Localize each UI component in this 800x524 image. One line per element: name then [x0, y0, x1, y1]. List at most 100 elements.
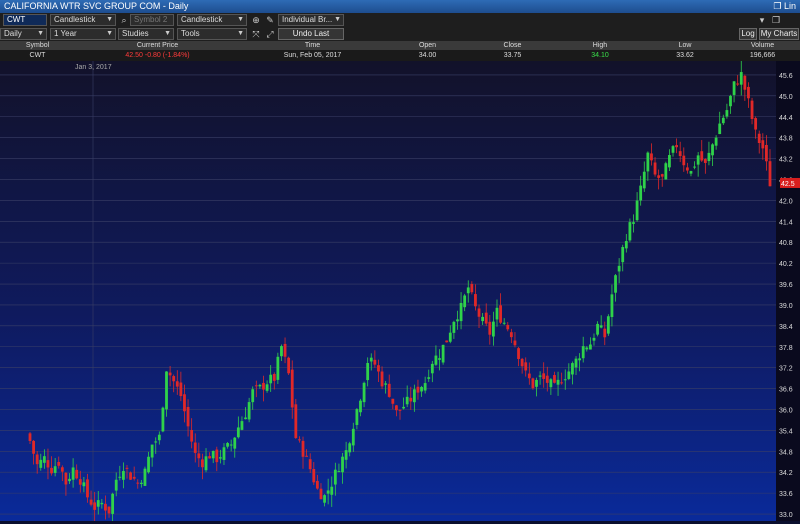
- candle-body: [739, 72, 743, 85]
- quote-time: Sun, Feb 05, 2017: [283, 52, 342, 59]
- y-tick-label: 43.2: [779, 157, 793, 164]
- price-tag-value: 42.5: [781, 181, 795, 188]
- y-tick-label: 41.4: [779, 219, 793, 226]
- candle-body: [563, 379, 567, 381]
- candle-body: [466, 287, 470, 294]
- candle-body: [294, 404, 298, 438]
- chart-type-select[interactable]: Candlestick ▼: [50, 14, 116, 26]
- candle-body: [750, 100, 754, 120]
- range-select[interactable]: 1 Year ▼: [50, 28, 116, 40]
- studies-select[interactable]: Studies ▼: [118, 28, 174, 40]
- individual-select[interactable]: Individual Br... ▼: [278, 14, 344, 26]
- y-tick-label: 38.4: [779, 324, 793, 331]
- candle-body: [359, 400, 362, 413]
- candle-body: [765, 145, 768, 162]
- y-tick-label: 37.2: [779, 366, 793, 373]
- candle-body: [86, 479, 89, 498]
- candle-body: [556, 379, 560, 385]
- candle-body: [100, 502, 104, 505]
- candle-body: [689, 171, 693, 174]
- chart-type-2-select[interactable]: Candlestick ▼: [177, 14, 247, 26]
- y-tick-label: 34.2: [779, 470, 793, 477]
- my-charts-button[interactable]: My Charts: [759, 28, 799, 40]
- candle-body: [28, 433, 32, 441]
- candle-body: [517, 348, 520, 359]
- chevron-down-icon: ▼: [37, 30, 44, 37]
- candle-body: [305, 455, 309, 457]
- candle-body: [319, 488, 323, 500]
- candle-body: [614, 275, 617, 293]
- window-controls[interactable]: ❐ Lin: [773, 0, 796, 13]
- candle-body: [488, 321, 492, 335]
- candle-body: [308, 459, 312, 470]
- candle-body: [675, 145, 679, 148]
- candle-body: [592, 337, 596, 341]
- price-chart[interactable]: 33.0 33.6 34.2 34.8 35.4 36.0 36.6 37.2 37.8 38.4…: [0, 60, 800, 524]
- y-tick-label: 35.4: [779, 428, 793, 435]
- search-icon[interactable]: ⌕: [118, 14, 130, 26]
- last-price-tag: 42.5: [780, 177, 800, 188]
- candle-body: [610, 294, 614, 318]
- y-tick-label: 40.8: [779, 240, 793, 247]
- quote-symbol: CWT: [29, 52, 46, 59]
- candle-body: [118, 476, 122, 478]
- candle-body: [574, 358, 578, 368]
- candle-body: [416, 386, 420, 393]
- candle-body: [459, 302, 463, 322]
- draw-tool-icon[interactable]: ✎: [264, 14, 276, 26]
- candle-body: [588, 344, 592, 350]
- quote-row[interactable]: CWT 42.50 -0.80 (-1.84%) Sun, Feb 05, 20…: [0, 50, 800, 61]
- candle-body: [229, 444, 233, 446]
- candle-body: [348, 443, 352, 453]
- fit-icon[interactable]: ⤢: [264, 28, 276, 40]
- candle-body: [718, 123, 722, 135]
- candle-body: [104, 503, 107, 511]
- candle-body: [39, 459, 43, 468]
- y-tick-label: 37.8: [779, 345, 793, 352]
- candle-body: [204, 456, 208, 471]
- crosshair-icon[interactable]: ⤧: [250, 28, 262, 40]
- log-button[interactable]: Log: [739, 28, 757, 40]
- candle-body: [53, 466, 57, 473]
- start-date-label: Jan 3, 2017: [75, 64, 112, 71]
- candle-body: [757, 133, 761, 144]
- symbol-input[interactable]: CWT: [3, 14, 47, 26]
- candle-body: [341, 456, 344, 473]
- zoom-icon[interactable]: ⊕: [250, 14, 262, 26]
- candle-body: [707, 152, 711, 162]
- candle-body: [650, 153, 653, 161]
- period-select[interactable]: Daily ▼: [0, 28, 47, 40]
- candle-body: [290, 369, 294, 408]
- candle-body: [617, 265, 621, 272]
- candle-body: [333, 469, 337, 485]
- candle-body: [377, 365, 380, 372]
- symbol2-input[interactable]: Symbol 2: [130, 14, 174, 26]
- candle-body: [484, 312, 488, 324]
- menu-icon[interactable]: ▾: [756, 14, 768, 26]
- tools-select[interactable]: Tools ▼: [177, 28, 247, 40]
- candle-body: [405, 396, 409, 405]
- candle-body: [747, 86, 750, 99]
- quote-last: 42.50: [125, 52, 143, 59]
- candle-body: [60, 467, 64, 472]
- candle-body: [326, 490, 330, 494]
- candle-body: [114, 479, 118, 491]
- price-chart-svg[interactable]: 33.0 33.6 34.2 34.8 35.4 36.0 36.6 37.2 37.8 38.4…: [0, 60, 800, 524]
- candle-body: [423, 383, 427, 391]
- chevron-down-icon: ▼: [334, 16, 341, 23]
- candle-body: [157, 434, 161, 441]
- y-tick-label: 39.6: [779, 282, 793, 289]
- candle-body: [664, 163, 668, 180]
- restore-icon[interactable]: ❐: [770, 14, 782, 26]
- candle-body: [344, 450, 348, 460]
- candle-body: [743, 75, 747, 90]
- candle-body: [183, 394, 186, 412]
- quote-high: 34.10: [591, 52, 609, 59]
- candle-body: [513, 340, 517, 346]
- candle-body: [57, 461, 61, 466]
- candle-body: [222, 447, 226, 460]
- undo-last-button[interactable]: Undo Last: [278, 28, 344, 40]
- candle-body: [420, 386, 423, 392]
- candle-body: [272, 373, 276, 381]
- candle-body: [380, 371, 384, 387]
